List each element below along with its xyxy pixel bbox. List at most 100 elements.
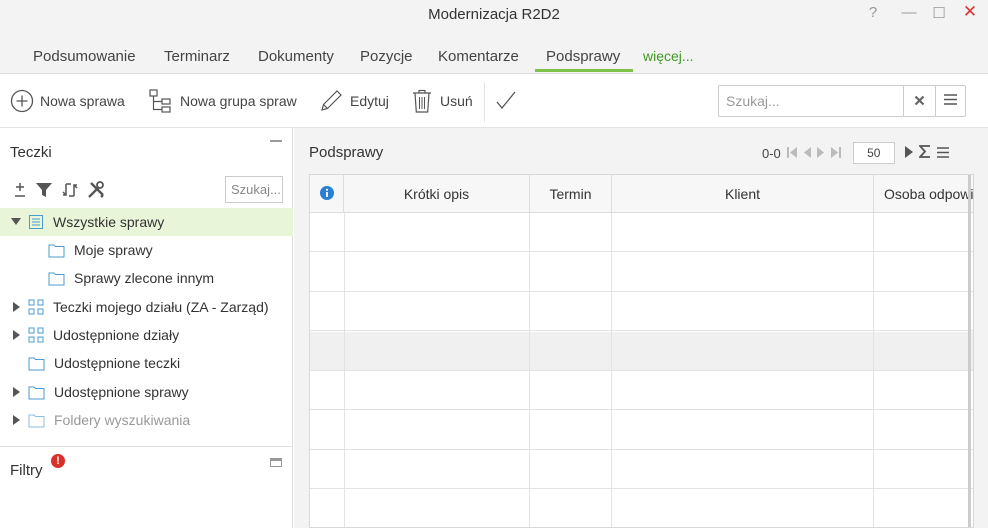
tree-item-label: Udostępnione sprawy (54, 384, 189, 400)
add-remove-icon[interactable] (12, 180, 28, 205)
tree-item-label: Moje sprawy (74, 242, 153, 258)
list-folder-icon (28, 214, 44, 230)
menu-icon[interactable] (936, 146, 949, 161)
column-info[interactable] (310, 175, 344, 213)
new-group-label: Nowa grupa spraw (180, 93, 297, 109)
confirm-button[interactable] (494, 87, 518, 115)
tab-bar: Podsumowanie Terminarz Dokumenty Pozycje… (0, 30, 988, 74)
column-short-description[interactable]: Krótki opis (344, 175, 530, 213)
record-range: 0-0 (762, 145, 781, 161)
tools-icon[interactable] (86, 180, 106, 205)
folder-search-input[interactable] (225, 176, 283, 203)
tree-item-search-folders[interactable]: Foldery wyszukiwania (0, 406, 293, 434)
folders-panel-title: Teczki (10, 144, 52, 161)
tree-item-shared-cases[interactable]: Udostępnione sprawy (0, 378, 293, 406)
tree-item-shared-folders[interactable]: Udostępnione teczki (0, 349, 293, 377)
first-page-icon[interactable] (786, 146, 797, 161)
search-input[interactable] (719, 86, 903, 116)
caret-right-icon[interactable] (11, 415, 21, 425)
filters-panel-title: Filtry (10, 462, 43, 479)
table-row (310, 371, 973, 410)
folder-icon (28, 356, 45, 371)
caret-right-icon[interactable] (11, 302, 21, 312)
sum-icon[interactable] (917, 145, 931, 161)
tab-komentarze[interactable]: Komentarze (438, 48, 519, 65)
clear-search-button[interactable] (903, 86, 935, 116)
tree-item-shared-departments[interactable]: Udostępnione działy (0, 321, 293, 349)
table-row (310, 450, 973, 489)
table-row (310, 253, 973, 292)
edit-button[interactable]: Edytuj (318, 87, 389, 115)
edit-label: Edytuj (350, 93, 389, 109)
plus-circle-icon (10, 89, 34, 113)
tab-podsprawy[interactable]: Podsprawy (546, 48, 620, 65)
caret-right-icon[interactable] (11, 330, 21, 340)
tree-item-my-cases[interactable]: Moje sprawy (0, 236, 293, 264)
table-row (310, 411, 973, 450)
grid-scrollbar[interactable] (968, 175, 971, 527)
tree-item-label: Teczki mojego działu (ZA - Zarząd) (53, 299, 269, 315)
next-page-icon[interactable] (816, 146, 825, 161)
last-page-icon[interactable] (830, 146, 841, 161)
tree-item-delegated-cases[interactable]: Sprawy zlecone innym (0, 264, 293, 292)
hierarchy-icon (148, 88, 174, 114)
filter-icon[interactable] (34, 180, 54, 205)
column-client[interactable]: Klient (612, 175, 874, 213)
subcases-grid: Krótki opis Termin Klient Osoba odpowied… (309, 174, 974, 528)
column-deadline[interactable]: Termin (530, 175, 612, 213)
column-responsible-person[interactable]: Osoba odpowiedzialna (874, 175, 973, 213)
alert-badge: ! (51, 454, 65, 468)
pencil-icon (318, 88, 344, 114)
caret-down-icon[interactable] (11, 218, 21, 226)
tree-item-label: Foldery wyszukiwania (54, 412, 191, 428)
page-size-input[interactable]: 50 (852, 142, 895, 164)
minimize-button[interactable]: — (900, 4, 918, 21)
new-case-label: Nowa sprawa (40, 93, 125, 109)
trash-icon (410, 88, 434, 114)
folder-icon (48, 243, 65, 258)
column-divider (344, 213, 345, 527)
tab-terminarz[interactable]: Terminarz (164, 48, 230, 65)
title-bar: Modernizacja R2D2 ? — ☐ ✕ (0, 0, 988, 30)
more-tabs-link[interactable]: więcej... (643, 48, 694, 64)
tree-item-department-folders[interactable]: Teczki mojego działu (ZA - Zarząd) (0, 293, 293, 321)
column-divider (873, 213, 874, 527)
grid-header: Krótki opis Termin Klient Osoba odpowied… (310, 175, 973, 213)
play-icon[interactable] (904, 145, 913, 161)
grid-title: Podsprawy (309, 144, 384, 161)
folder-icon (28, 385, 45, 400)
table-row (310, 332, 973, 371)
tab-podsumowanie[interactable]: Podsumowanie (33, 48, 136, 65)
table-row (310, 213, 973, 252)
tree-item-label: Udostępnione działy (53, 327, 180, 343)
collapse-folders-button[interactable] (270, 140, 282, 142)
subcases-panel: Podsprawy 0-0 50 Krótki opis Termin Klie… (294, 128, 988, 528)
tree-item-label: Udostępnione teczki (54, 355, 181, 371)
new-case-button[interactable]: Nowa sprawa (10, 87, 125, 115)
toolbar-separator (484, 82, 485, 122)
tree-item-label: Sprawy zlecone innym (74, 270, 215, 286)
checkmark-icon (494, 89, 518, 113)
folders-panel: Teczki Wszystkie sprawy Moje sprawy (0, 128, 293, 528)
new-group-button[interactable]: Nowa grupa spraw (148, 87, 297, 115)
tab-dokumenty[interactable]: Dokumenty (258, 48, 334, 65)
active-tab-indicator (535, 69, 633, 72)
search-box (718, 85, 966, 117)
caret-right-icon[interactable] (11, 387, 21, 397)
refresh-icon[interactable] (60, 180, 80, 205)
restore-filters-button[interactable] (270, 458, 282, 467)
close-button[interactable]: ✕ (961, 2, 979, 22)
tree-item-all-cases[interactable]: Wszystkie sprawy (0, 208, 293, 236)
department-icon (28, 327, 44, 343)
table-row (310, 490, 973, 527)
maximize-button[interactable]: ☐ (930, 4, 948, 22)
table-row (310, 292, 973, 331)
pager: 0-0 50 (762, 142, 949, 164)
help-button[interactable]: ? (864, 4, 882, 21)
folder-icon (48, 271, 65, 286)
delete-button[interactable]: Usuń (410, 87, 473, 115)
window-title: Modernizacja R2D2 (428, 6, 560, 23)
tab-pozycje[interactable]: Pozycje (360, 48, 413, 65)
search-options-button[interactable] (935, 86, 965, 116)
prev-page-icon[interactable] (803, 146, 811, 161)
